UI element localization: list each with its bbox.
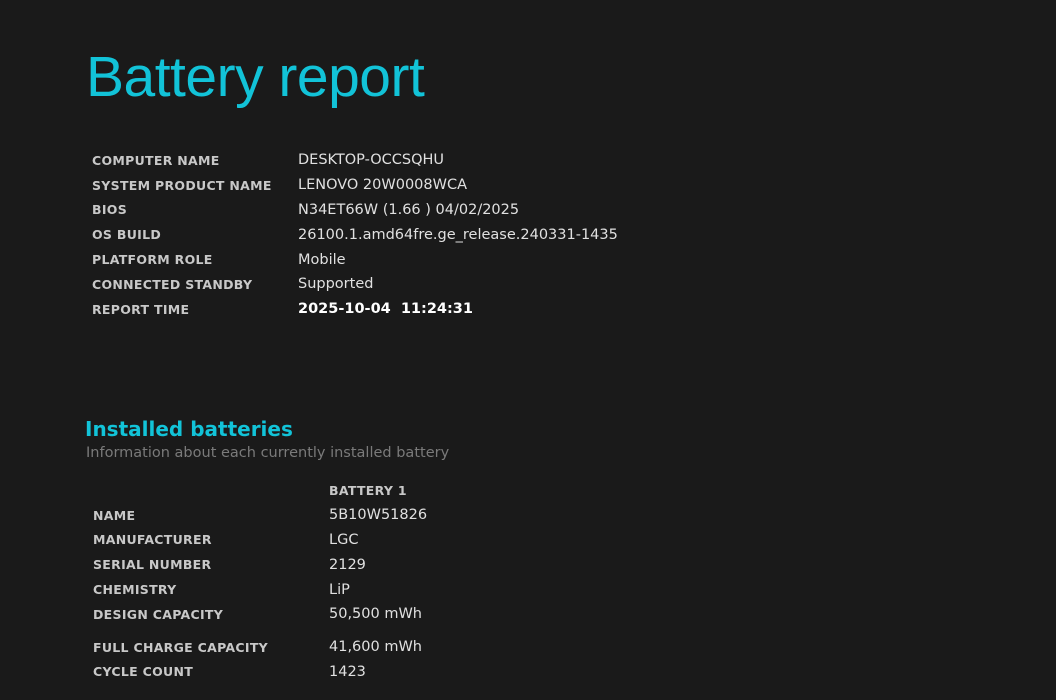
full-charge-capacity-label: FULL CHARGE CAPACITY — [93, 639, 268, 655]
battery-name-value: 5B10W51826 — [329, 507, 428, 524]
cycle-count-value: 1423 — [329, 663, 366, 680]
installed-batteries-subtitle: Information about each currently install… — [86, 445, 450, 461]
battery-header-row: BATTERY 1 — [93, 478, 427, 503]
platform-role-label: PLATFORM ROLE — [92, 252, 213, 268]
system-info-row: OS BUILD 26100.1.amd64fre.ge_release.240… — [92, 222, 618, 247]
connected-standby-label: CONNECTED STANDBY — [92, 276, 253, 292]
installed-batteries-heading: Installed batteries — [85, 417, 293, 441]
system-product-name-label: SYSTEM PRODUCT NAME — [92, 177, 272, 193]
page-title: Battery report — [86, 45, 425, 109]
table-row: CHEMISTRY LiP — [93, 577, 427, 602]
computer-name-value: DESKTOP-OCCSQHU — [298, 152, 445, 169]
report-time-label: REPORT TIME — [92, 301, 190, 317]
design-capacity-label: DESIGN CAPACITY — [93, 606, 224, 622]
platform-role-value: Mobile — [298, 251, 346, 268]
full-charge-capacity-value: 41,600 mWh — [329, 639, 422, 656]
bios-value: N34ET66W (1.66 ) 04/02/2025 — [298, 201, 520, 218]
system-info-row: PLATFORM ROLE Mobile — [92, 247, 618, 272]
row-spacer — [93, 627, 427, 635]
table-row: SERIAL NUMBER 2129 — [93, 552, 427, 577]
connected-standby-value: Supported — [298, 276, 374, 293]
system-info-row: REPORT TIME 2025-10-04 11:24:31 — [92, 297, 618, 322]
battery-header-spacer — [93, 478, 329, 503]
chemistry-label: CHEMISTRY — [93, 582, 177, 598]
table-row: NAME 5B10W51826 — [93, 503, 427, 528]
battery-name-label: NAME — [93, 507, 136, 523]
system-info-row: COMPUTER NAME DESKTOP-OCCSQHU — [92, 148, 618, 173]
manufacturer-value: LGC — [329, 531, 359, 548]
design-capacity-value: 50,500 mWh — [329, 606, 422, 623]
bios-label: BIOS — [92, 202, 128, 218]
table-row: CYCLE COUNT 1423 — [93, 660, 427, 685]
chemistry-value: LiP — [329, 581, 350, 598]
system-info-table: COMPUTER NAME DESKTOP-OCCSQHU SYSTEM PRO… — [92, 148, 618, 322]
installed-batteries-table: BATTERY 1 NAME 5B10W51826 MANUFACTURER L… — [93, 478, 427, 684]
system-info-row: BIOS N34ET66W (1.66 ) 04/02/2025 — [92, 198, 618, 223]
system-info-row: CONNECTED STANDBY Supported — [92, 272, 618, 297]
table-row: FULL CHARGE CAPACITY 41,600 mWh — [93, 635, 427, 660]
system-info-row: SYSTEM PRODUCT NAME LENOVO 20W0008WCA — [92, 173, 618, 198]
manufacturer-label: MANUFACTURER — [93, 532, 212, 548]
table-row: DESIGN CAPACITY 50,500 mWh — [93, 602, 427, 627]
os-build-label: OS BUILD — [92, 227, 162, 243]
table-row: MANUFACTURER LGC — [93, 528, 427, 553]
report-time-value: 2025-10-04 11:24:31 — [298, 301, 473, 318]
system-product-name-value: LENOVO 20W0008WCA — [298, 177, 468, 194]
serial-number-label: SERIAL NUMBER — [93, 557, 212, 573]
cycle-count-label: CYCLE COUNT — [93, 664, 194, 680]
computer-name-label: COMPUTER NAME — [92, 152, 220, 168]
os-build-value: 26100.1.amd64fre.ge_release.240331-1435 — [298, 226, 618, 243]
serial-number-value: 2129 — [329, 556, 366, 573]
battery-1-column-header: BATTERY 1 — [329, 482, 407, 498]
